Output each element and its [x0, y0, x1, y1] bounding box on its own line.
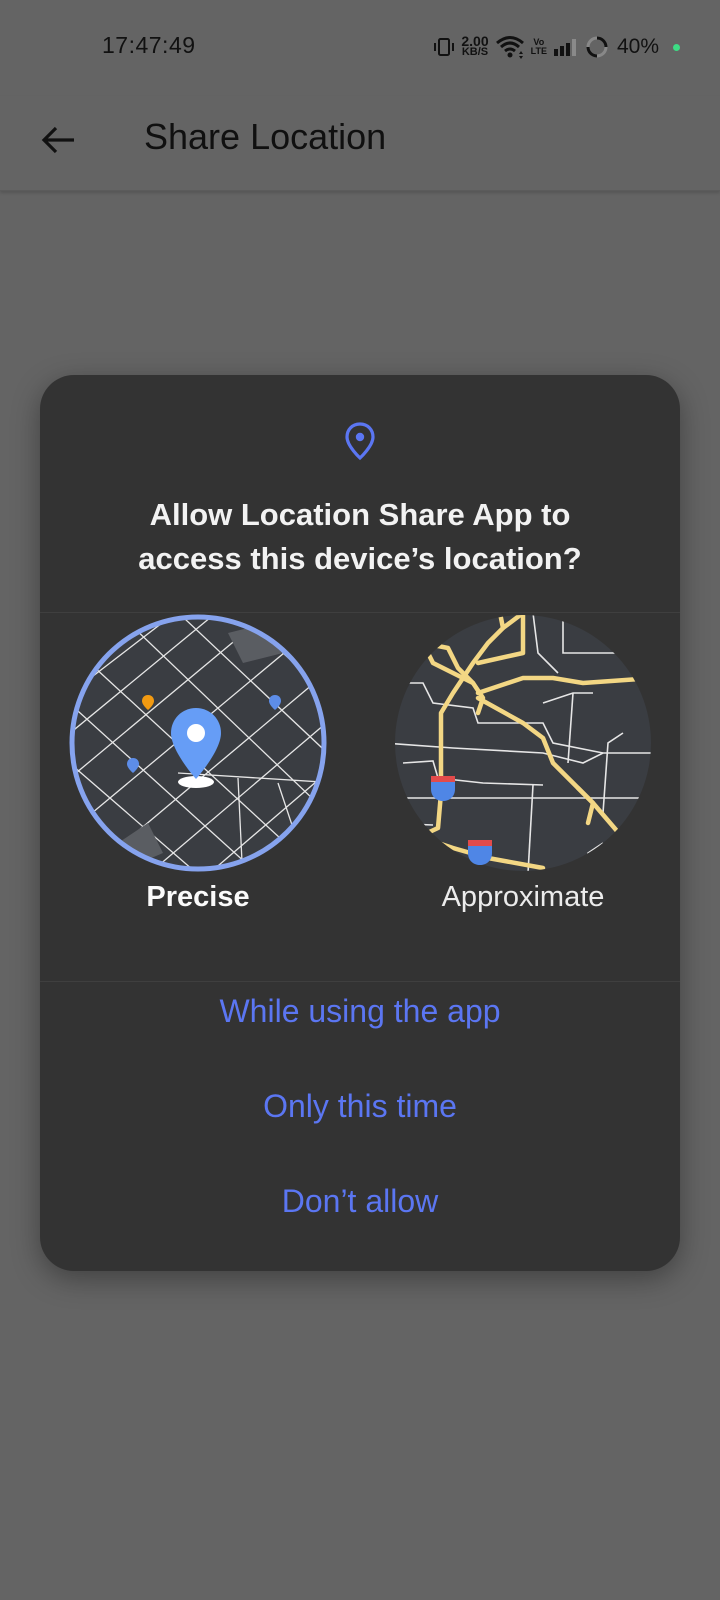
dialog-title: Allow Location Share App to access this … — [60, 493, 660, 581]
dialog-title-line-1: Allow Location Share App to — [149, 497, 571, 532]
precise-label: Precise — [146, 881, 250, 913]
battery-percentage: 40% — [616, 35, 659, 58]
divider — [40, 981, 680, 982]
wifi-icon — [495, 36, 524, 59]
notification-dot — [673, 43, 680, 51]
while-using-app-button[interactable]: While using the app — [40, 993, 680, 1030]
battery-ring-icon — [586, 36, 608, 58]
back-button[interactable] — [36, 118, 80, 162]
status-bar: 17:47:49 2.00 KB/S Vo LTE 40% — [0, 0, 720, 96]
status-time: 17:47:49 — [102, 32, 196, 58]
location-pin-icon — [345, 422, 375, 461]
dont-allow-button[interactable]: Don’t allow — [40, 1183, 680, 1220]
volte-indicator: Vo LTE — [531, 38, 547, 56]
volte-bottom-text: LTE — [530, 46, 547, 56]
approximate-option[interactable]: Approximate — [393, 613, 653, 913]
approximate-map-icon — [395, 615, 651, 871]
dialog-title-line-2: access this device’s location? — [138, 541, 582, 576]
network-speed-unit: KB/S — [461, 46, 489, 58]
vibrate-icon — [434, 38, 455, 56]
location-permission-dialog: Allow Location Share App to access this … — [40, 375, 680, 1271]
arrow-left-icon — [41, 126, 74, 154]
app-bar: Share Location — [0, 96, 720, 191]
status-icons: 2.00 KB/S Vo LTE 40% — [433, 30, 680, 64]
signal-icon — [553, 39, 576, 56]
page-title: Share Location — [144, 116, 387, 157]
network-speed: 2.00 KB/S — [461, 34, 489, 58]
precise-map-icon — [69, 614, 327, 872]
only-this-time-button[interactable]: Only this time — [40, 1088, 680, 1125]
approximate-label: Approximate — [441, 881, 605, 913]
precise-option[interactable]: Precise — [68, 613, 328, 913]
